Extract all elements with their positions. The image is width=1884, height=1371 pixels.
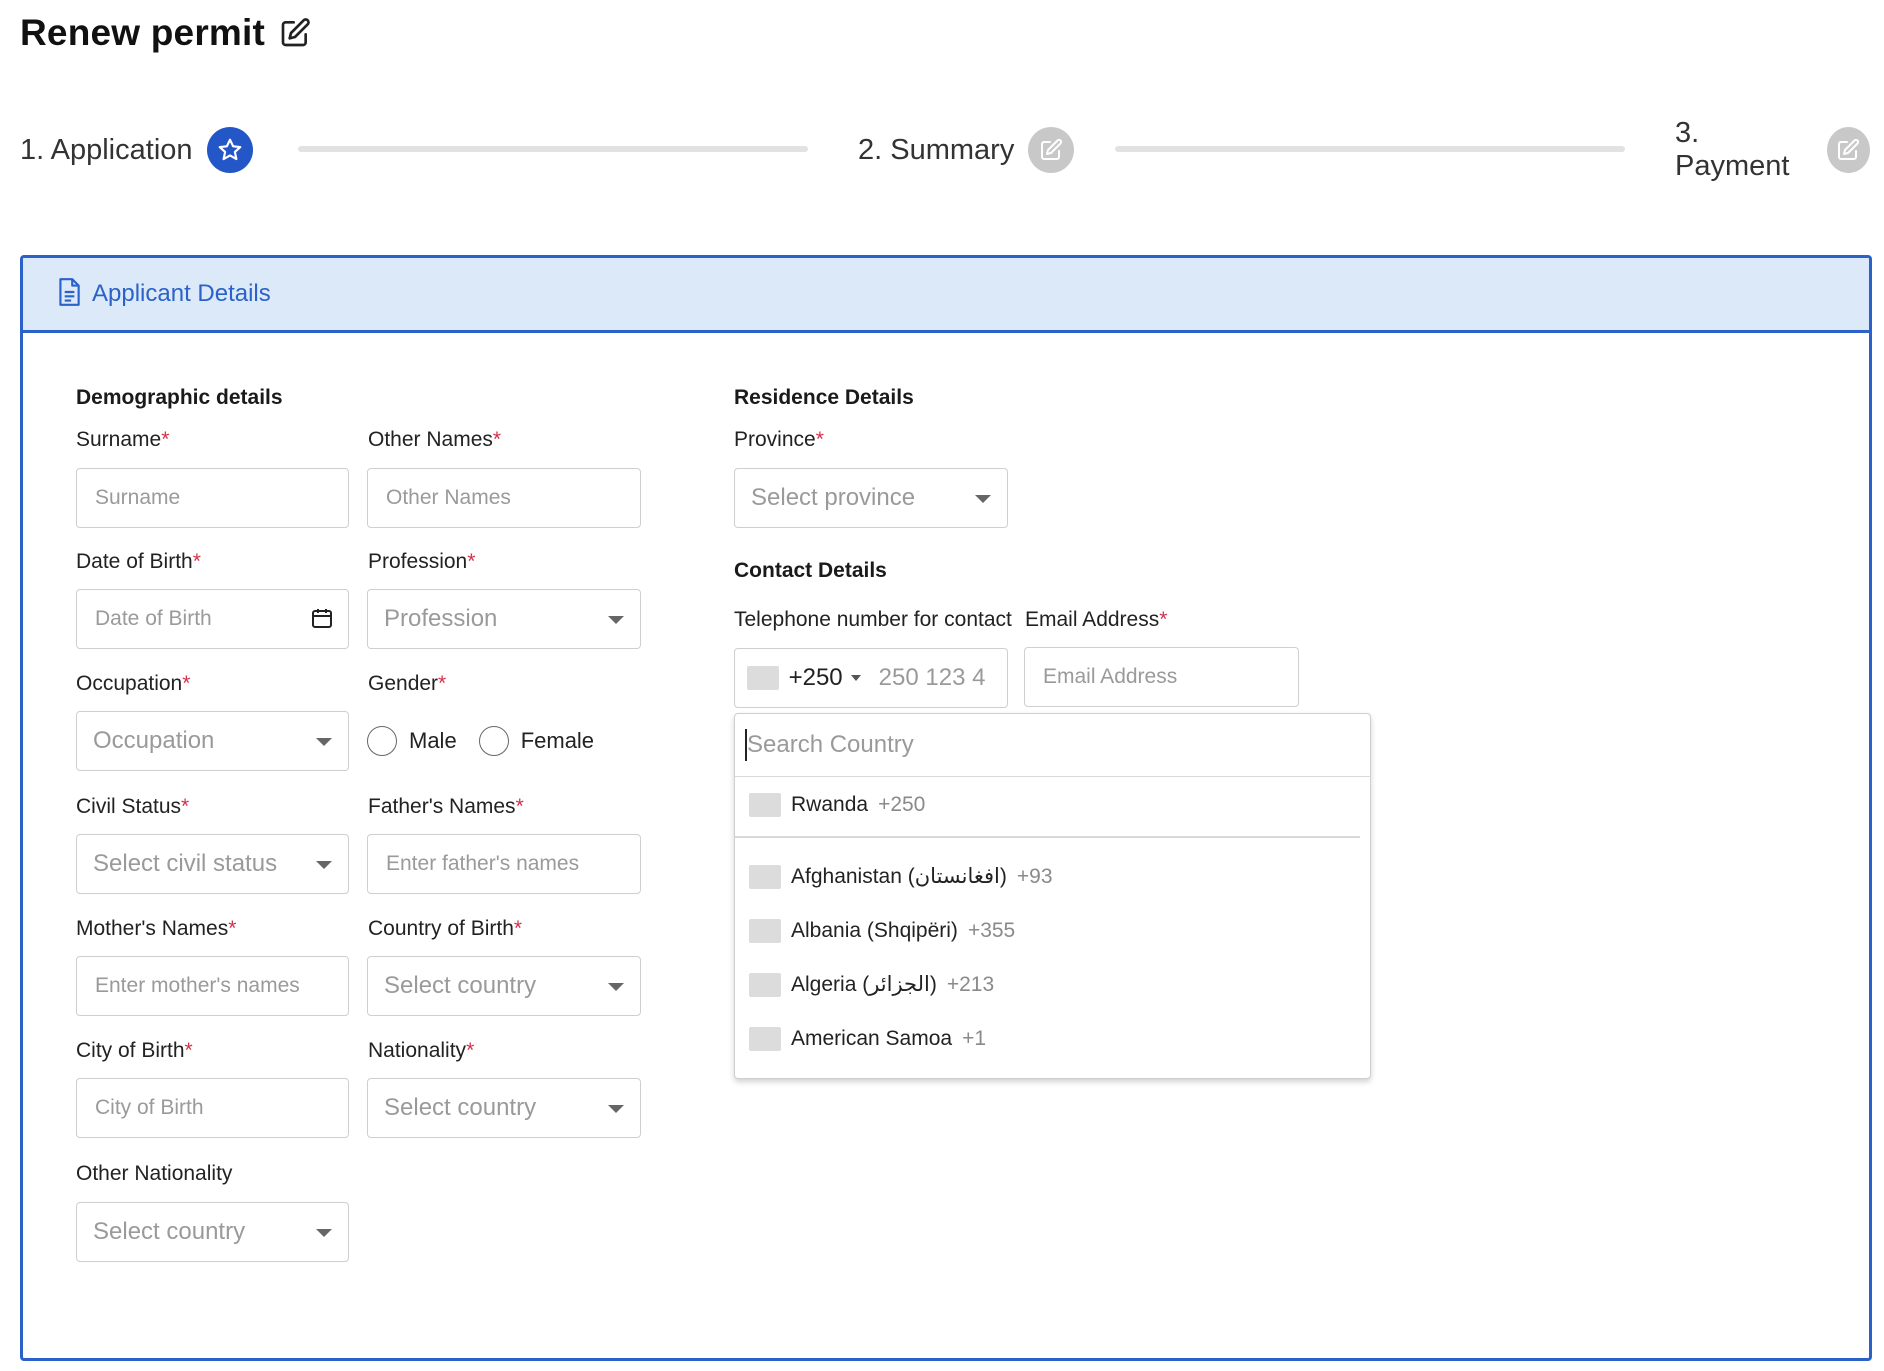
chevron-down-icon	[316, 738, 332, 746]
step-label: 2. Summary	[858, 133, 1015, 166]
gender-radio-group: Male Female	[367, 726, 594, 756]
country-dropdown: Search Country Rwanda +250 Afghanistan (…	[734, 713, 1371, 1079]
other-nationality-select[interactable]: Select country	[76, 1202, 349, 1262]
card-header-title: Applicant Details	[92, 280, 271, 307]
country-option-rwanda[interactable]: Rwanda +250	[735, 777, 1370, 832]
step-summary[interactable]: 2. Summary	[858, 125, 1075, 175]
dob-input[interactable]: Date of Birth	[76, 589, 349, 649]
flag-icon	[749, 864, 781, 889]
step-payment[interactable]: 3. Payment	[1675, 117, 1870, 182]
flag-icon	[749, 792, 781, 817]
surname-input[interactable]: Surname	[76, 468, 349, 528]
profession-select[interactable]: Profession	[367, 589, 641, 649]
chevron-down-icon	[608, 616, 624, 624]
fathers-names-input[interactable]: Enter father's names	[367, 834, 641, 894]
civil-status-label: Civil Status*	[76, 795, 190, 818]
country-option[interactable]: Algeria (‫الجزائر‬‎) +213	[735, 958, 1370, 1012]
chevron-down-icon	[316, 861, 332, 869]
step-connector	[298, 146, 808, 152]
mothers-names-input[interactable]: Enter mother's names	[76, 956, 349, 1016]
occupation-label: Occupation*	[76, 672, 191, 695]
chevron-down-icon	[608, 1105, 624, 1113]
city-of-birth-label: City of Birth*	[76, 1039, 193, 1062]
nationality-select[interactable]: Select country	[367, 1078, 641, 1138]
gender-male-label: Male	[409, 728, 457, 753]
chevron-down-icon[interactable]	[850, 675, 861, 681]
province-select[interactable]: Select province	[734, 468, 1008, 528]
civil-status-select[interactable]: Select civil status	[76, 834, 349, 894]
calendar-icon[interactable]	[310, 606, 334, 630]
dropdown-divider	[735, 836, 1360, 838]
card-header: Applicant Details	[23, 258, 1869, 333]
star-icon	[206, 127, 253, 173]
email-input[interactable]: Email Address	[1024, 647, 1299, 707]
flag-icon	[747, 666, 779, 690]
profession-label: Profession*	[368, 550, 476, 573]
gender-female-label: Female	[520, 728, 595, 753]
residence-title: Residence Details	[734, 386, 914, 409]
fathers-names-label: Father's Names*	[368, 795, 524, 818]
flag-icon	[749, 1026, 781, 1051]
occupation-select[interactable]: Occupation	[76, 711, 349, 771]
dial-code[interactable]: +250	[789, 664, 843, 692]
flag-icon	[749, 972, 781, 997]
country-of-birth-select[interactable]: Select country	[367, 956, 641, 1016]
country-option[interactable]: Afghanistan (‫افغانستان‬‎) +93	[735, 850, 1370, 904]
stepper: 1. Application 2. Summary 3. Payment	[20, 117, 1870, 182]
step-application[interactable]: 1. Application	[20, 125, 253, 175]
demographic-title: Demographic details	[76, 386, 283, 409]
chevron-down-icon	[316, 1229, 332, 1237]
country-option[interactable]: American Samoa +1	[735, 1012, 1370, 1066]
step-connector	[1115, 146, 1625, 152]
country-option[interactable]: Albania (Shqipëri) +355	[735, 904, 1370, 958]
nationality-label: Nationality*	[368, 1039, 475, 1062]
dob-label: Date of Birth*	[76, 550, 201, 573]
chevron-down-icon	[975, 495, 991, 503]
page-title-row: Renew permit	[20, 12, 311, 54]
country-search-input[interactable]: Search Country	[735, 714, 1370, 777]
edit-icon	[1826, 127, 1870, 173]
email-label: Email Address*	[1025, 608, 1168, 631]
edit-icon	[1028, 127, 1075, 173]
surname-label: Surname*	[76, 428, 170, 451]
step-label: 1. Application	[20, 133, 193, 166]
phone-placeholder: 250 123 4	[878, 664, 986, 691]
mothers-names-label: Mother's Names*	[76, 917, 237, 940]
phone-input[interactable]: +250 250 123 4	[734, 648, 1008, 708]
country-of-birth-label: Country of Birth*	[368, 917, 523, 940]
edit-icon[interactable]	[279, 17, 311, 49]
document-icon	[56, 277, 82, 312]
province-label: Province*	[734, 428, 824, 451]
step-label: 3. Payment	[1675, 117, 1790, 182]
other-names-input[interactable]: Other Names	[367, 468, 641, 528]
contact-title: Contact Details	[734, 559, 887, 582]
other-nationality-label: Other Nationality	[76, 1162, 233, 1185]
chevron-down-icon	[608, 983, 624, 991]
gender-label: Gender*	[368, 672, 447, 695]
page-title: Renew permit	[20, 12, 266, 53]
flag-icon	[749, 918, 781, 943]
gender-female-radio[interactable]	[478, 726, 509, 756]
other-names-label: Other Names*	[368, 428, 502, 451]
phone-label: Telephone number for contact	[734, 608, 1012, 631]
gender-male-radio[interactable]	[367, 726, 397, 756]
city-of-birth-input[interactable]: City of Birth	[76, 1078, 349, 1138]
